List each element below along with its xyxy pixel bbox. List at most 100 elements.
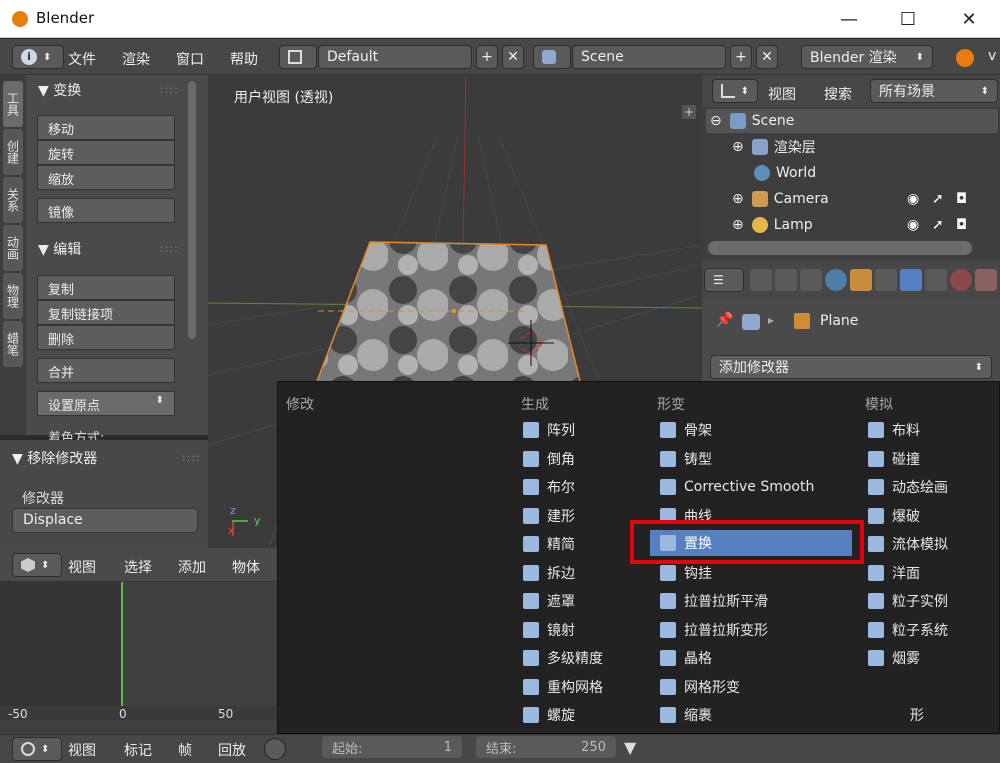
scene-icon-button[interactable]: [533, 45, 571, 69]
duplicate-button[interactable]: 复制: [37, 275, 175, 300]
menu-item-laplacian-deform[interactable]: 拉普拉斯变形: [660, 617, 768, 643]
scene-field[interactable]: Scene: [572, 45, 726, 69]
menu-item-laplacian-smooth[interactable]: 拉普拉斯平滑: [660, 588, 768, 614]
set-origin-dropdown[interactable]: 设置原点 ⬍: [37, 391, 175, 416]
world-tab-icon[interactable]: [825, 269, 847, 291]
panel-grip-icon[interactable]: ::::: [182, 451, 201, 464]
editor-type-outliner-button[interactable]: ⬍: [712, 79, 758, 103]
menu-item-explode[interactable]: 爆破: [868, 503, 920, 529]
visibility-eye-icon[interactable]: ◉: [907, 191, 919, 207]
tab-grease-pencil[interactable]: 蜡笔: [3, 321, 23, 367]
pin-icon[interactable]: 📌: [716, 312, 733, 328]
transform-panel-header[interactable]: ▼ 变换: [38, 80, 81, 100]
render-layers-tab-icon[interactable]: [775, 269, 797, 291]
material-tab-icon[interactable]: [950, 269, 972, 291]
add-scene-button[interactable]: +: [730, 45, 752, 69]
move-button[interactable]: 移动: [37, 115, 175, 140]
end-frame-field[interactable]: 结束: 250: [476, 736, 616, 758]
menu-item-cloth[interactable]: 布料: [868, 417, 920, 443]
tab-create[interactable]: 创建: [3, 129, 23, 175]
screen-layout-field[interactable]: Default: [318, 45, 472, 69]
render-camera-icon[interactable]: ◘: [956, 217, 967, 233]
outliner-item-lamp[interactable]: ⊕ Lamp: [732, 213, 813, 237]
render-camera-icon[interactable]: ◘: [956, 191, 967, 207]
panel-grip-icon[interactable]: ::::: [160, 83, 179, 96]
menu-item-decimate[interactable]: 精简: [523, 531, 575, 557]
maximize-button[interactable]: ☐: [885, 4, 931, 34]
visibility-eye-icon[interactable]: ◉: [907, 217, 919, 233]
modifier-name-field[interactable]: Displace: [12, 508, 198, 533]
edit-panel-header[interactable]: ▼ 编辑: [38, 239, 81, 259]
menu-scroll-down-icon[interactable]: ▼: [624, 738, 636, 757]
mirror-button[interactable]: 镜像: [37, 198, 175, 223]
menu-item-shrinkwrap[interactable]: 缩裹: [660, 702, 712, 728]
constraints-tab-icon[interactable]: [875, 269, 897, 291]
outliner-item-world[interactable]: World: [754, 161, 816, 185]
start-frame-field[interactable]: 起始: 1: [322, 736, 462, 758]
editor-type-button[interactable]: ⬍: [12, 553, 62, 577]
join-button[interactable]: 合并: [37, 358, 175, 383]
selectability-cursor-icon[interactable]: ➚: [932, 217, 944, 233]
selectability-cursor-icon[interactable]: ➚: [932, 191, 944, 207]
menu-item-lattice[interactable]: 晶格: [660, 645, 712, 671]
toolshelf-scrollbar[interactable]: [188, 81, 196, 339]
tab-relations[interactable]: 关系: [3, 177, 23, 223]
timeline-menu-view[interactable]: 视图: [68, 557, 96, 577]
minimize-button[interactable]: —: [826, 4, 872, 34]
modifiers-tab-wrench-icon[interactable]: [900, 269, 922, 291]
render-engine-dropdown[interactable]: Blender 渲染 ⬍: [801, 45, 933, 69]
screen-layout-icon-button[interactable]: [279, 45, 317, 69]
menu-item-collision[interactable]: 碰撞: [868, 446, 920, 472]
timeline-menu-object[interactable]: 物体: [232, 557, 260, 577]
footer-menu-view[interactable]: 视图: [68, 740, 96, 760]
operator-panel-header[interactable]: ▼ 移除修改器: [12, 448, 97, 468]
menu-item-build[interactable]: 建形: [523, 503, 575, 529]
menu-item-mirror[interactable]: 镜射: [523, 617, 575, 643]
add-layout-button[interactable]: +: [476, 45, 498, 69]
rotate-button[interactable]: 旋转: [37, 140, 175, 165]
menu-item-corrective-smooth[interactable]: Corrective Smooth: [660, 474, 814, 500]
timeline-menu-add[interactable]: 添加: [178, 557, 206, 577]
record-icon[interactable]: [264, 738, 286, 760]
tab-physics[interactable]: 物理: [3, 273, 23, 319]
menu-item-ocean[interactable]: 洋面: [868, 560, 920, 586]
current-frame-line[interactable]: [121, 582, 123, 708]
outliner-menu-search[interactable]: 搜索: [824, 84, 852, 104]
scale-button[interactable]: 缩放: [37, 165, 175, 190]
menu-item-remesh[interactable]: 重构网格: [523, 674, 603, 700]
menu-item-fluid[interactable]: 流体模拟: [868, 531, 948, 557]
outliner-filter-dropdown[interactable]: 所有场景 ⬍: [870, 79, 998, 103]
delete-button[interactable]: 删除: [37, 325, 175, 350]
add-modifier-dropdown[interactable]: 添加修改器 ⬍: [710, 355, 992, 379]
menu-item-dynamic-paint[interactable]: 动态绘画: [868, 474, 948, 500]
menu-item-array[interactable]: 阵列: [523, 417, 575, 443]
editor-type-timeline-button[interactable]: ⬍: [12, 737, 62, 761]
object-tab-icon[interactable]: [850, 269, 872, 291]
menu-item-multires[interactable]: 多级精度: [523, 645, 603, 671]
menu-item-mesh-deform[interactable]: 网格形变: [660, 674, 740, 700]
footer-menu-marker[interactable]: 标记: [124, 740, 152, 760]
delete-scene-button[interactable]: ✕: [756, 45, 778, 69]
menu-item-screw[interactable]: 螺旋: [523, 702, 575, 728]
scene-tab-icon[interactable]: [800, 269, 822, 291]
outliner-item-scene[interactable]: ⊖ Scene: [706, 109, 998, 133]
editor-type-info-button[interactable]: i ⬍: [12, 45, 64, 69]
outliner-menu-view[interactable]: 视图: [768, 84, 796, 104]
footer-menu-frame[interactable]: 帧: [178, 740, 192, 760]
texture-tab-icon[interactable]: [975, 269, 997, 291]
outliner-item-camera[interactable]: ⊕ Camera: [732, 187, 829, 211]
editor-type-properties-button[interactable]: ☰: [704, 268, 744, 292]
panel-grip-icon[interactable]: ::::: [160, 242, 179, 255]
data-tab-icon[interactable]: [925, 269, 947, 291]
viewport-expand-icon[interactable]: +: [682, 105, 696, 119]
menu-render[interactable]: 渲染: [122, 49, 150, 69]
menu-item-cast[interactable]: 铸型: [660, 446, 712, 472]
menu-item-bevel[interactable]: 倒角: [523, 446, 575, 472]
menu-window[interactable]: 窗口: [176, 49, 204, 69]
timeline-menu-select[interactable]: 选择: [124, 557, 152, 577]
tab-animation[interactable]: 动画: [3, 225, 23, 271]
footer-menu-playback[interactable]: 回放: [218, 740, 246, 760]
menu-item-edge-split[interactable]: 拆边: [523, 560, 575, 586]
menu-item-smoke[interactable]: 烟雾: [868, 645, 920, 671]
menu-item-boolean[interactable]: 布尔: [523, 474, 575, 500]
